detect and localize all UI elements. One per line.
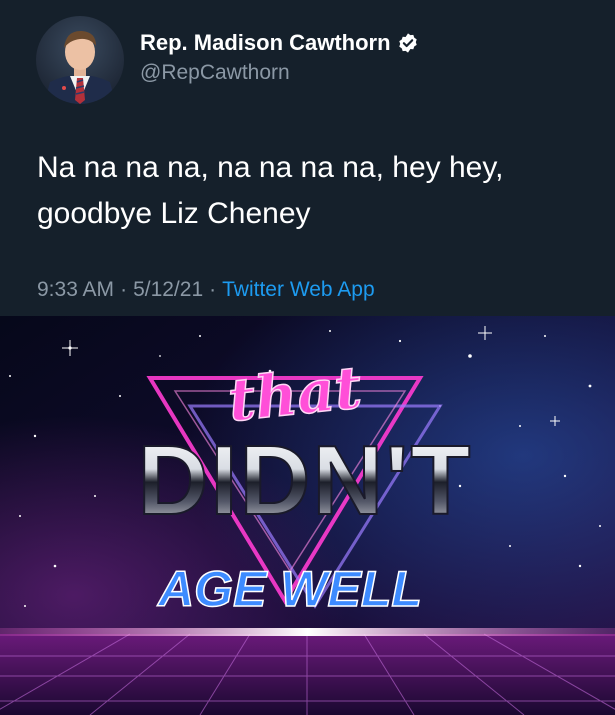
author-row[interactable]: Rep. Madison Cawthorn — [140, 30, 419, 56]
word-agewell: AGE WELL — [156, 561, 422, 617]
word-didnt: DIDN'T — [138, 425, 473, 535]
tweet-text-line-2: goodbye Liz Cheney — [37, 197, 311, 230]
display-name[interactable]: Rep. Madison Cawthorn — [140, 30, 391, 56]
tweet-source-link[interactable]: Twitter Web App — [222, 278, 375, 301]
verified-badge-icon — [398, 33, 417, 53]
tweet-text-line-1: Na na na na, na na na na, hey hey, — [37, 151, 504, 184]
word-that: that — [225, 353, 365, 435]
avatar[interactable] — [36, 16, 124, 104]
meta-separator: · — [209, 278, 217, 301]
tweet-text: Na na na na, na na na na, hey hey, goodb… — [37, 145, 597, 237]
tweet-meta: 9:33 AM · 5/12/21 · Twitter Web App — [37, 278, 375, 302]
avatar-image — [36, 16, 124, 104]
meme-image: that DIDN'T AGE WELL — [0, 316, 615, 715]
tweet-time[interactable]: 9:33 AM — [37, 278, 114, 301]
tweet-date[interactable]: 5/12/21 — [133, 278, 203, 301]
tweet-card: Rep. Madison Cawthorn @RepCawthorn Na na… — [0, 0, 615, 316]
author-handle[interactable]: @RepCawthorn — [140, 61, 290, 85]
meta-separator: · — [120, 278, 128, 301]
horizon-glow — [0, 628, 615, 636]
